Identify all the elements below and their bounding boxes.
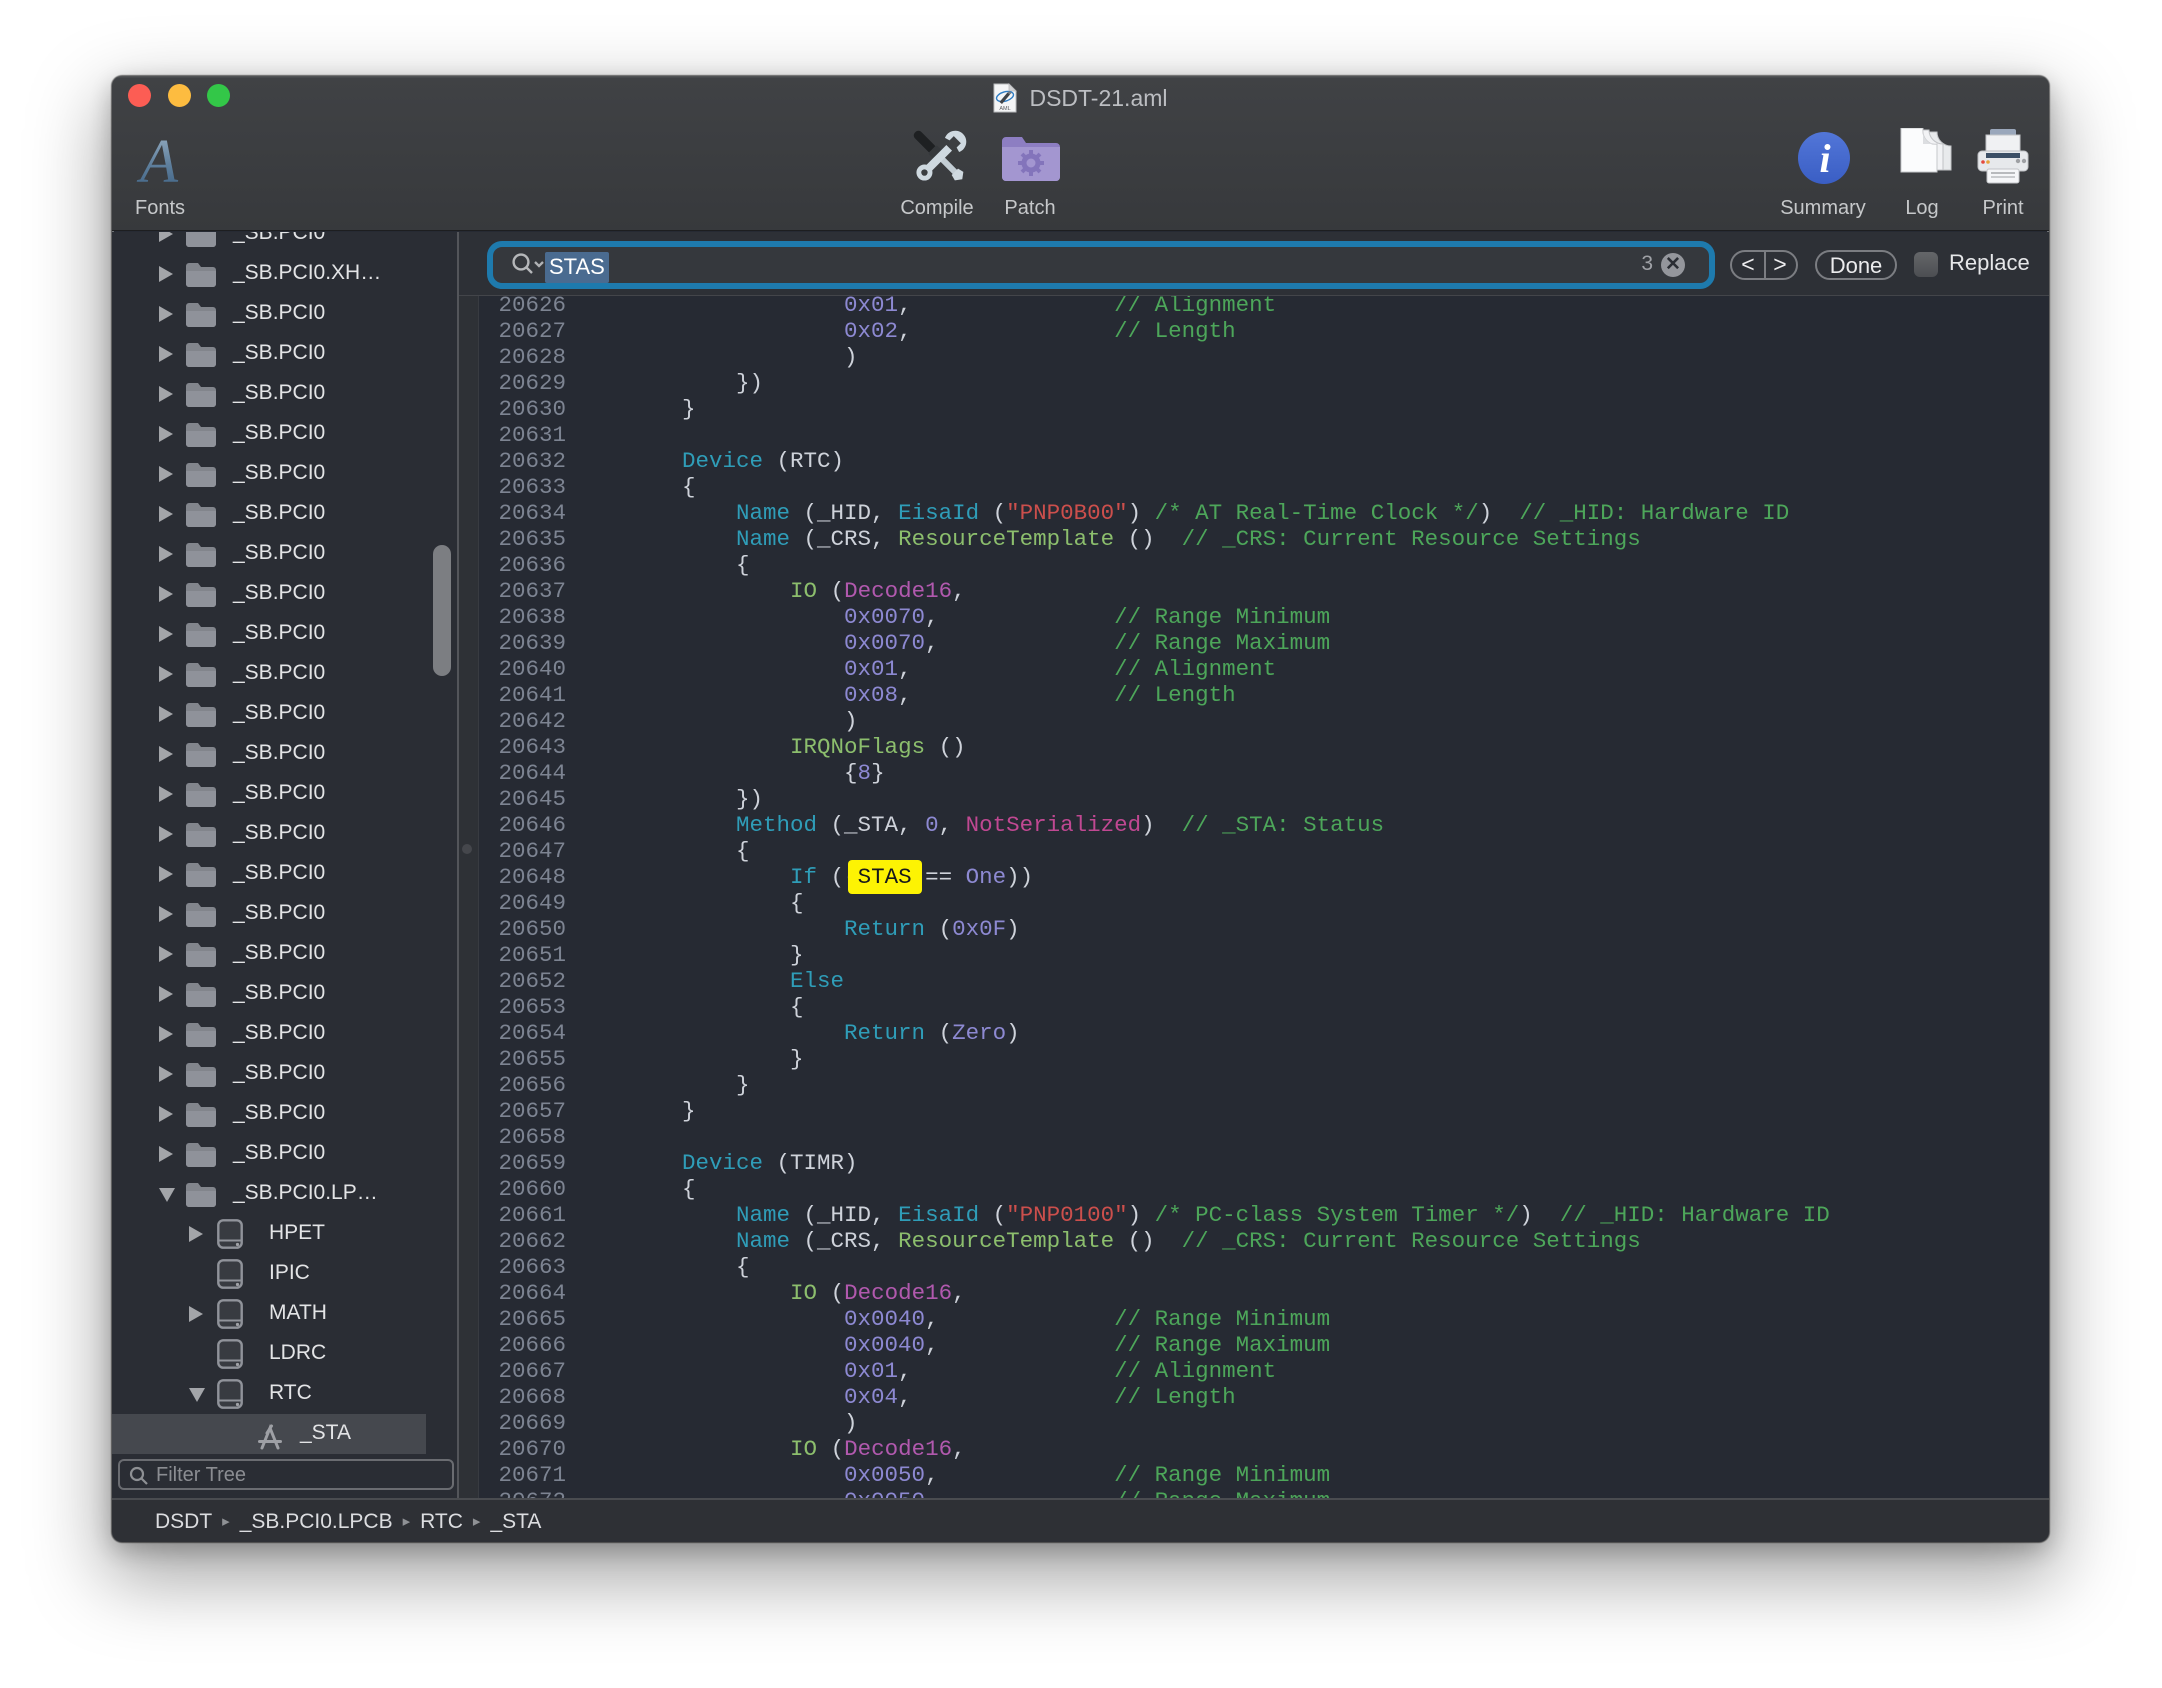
svg-text:i: i [1819, 136, 1830, 181]
svg-text:A: A [136, 133, 179, 189]
svg-text:AML: AML [1000, 106, 1011, 112]
